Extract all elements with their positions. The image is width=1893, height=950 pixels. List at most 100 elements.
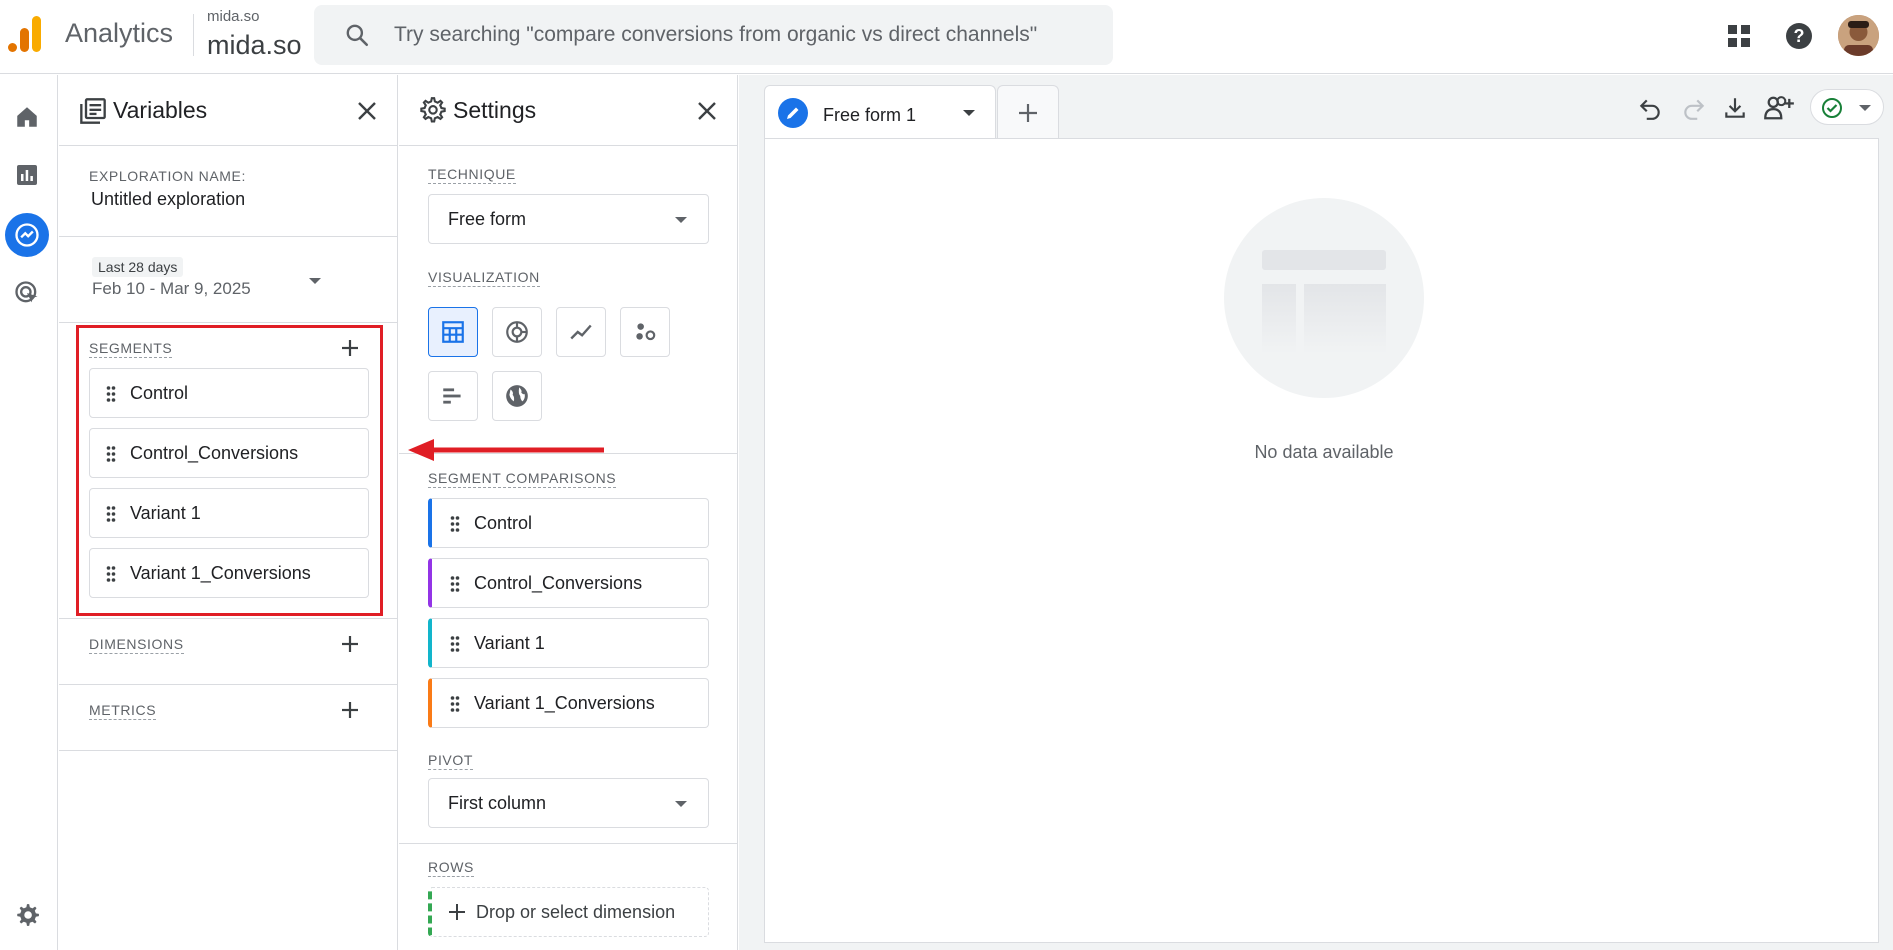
- bar-chart-icon: [443, 388, 461, 404]
- pivot-label: PIVOT: [428, 752, 474, 770]
- check-circle-icon: [1822, 98, 1842, 118]
- top-bar: Analytics mida.so mida.so ?: [0, 0, 1893, 74]
- segment-comparison-label: Variant 1_Conversions: [474, 693, 655, 713]
- settings-header: Settings: [399, 75, 737, 146]
- share-button[interactable]: [1763, 92, 1795, 124]
- date-range-dropdown[interactable]: [309, 278, 321, 284]
- annotation-arrow: [408, 439, 604, 461]
- chevron-down-icon: [1859, 105, 1871, 111]
- advertising-icon: [15, 281, 38, 303]
- segment-comparison-label: Control: [474, 513, 533, 533]
- variables-header: Variables: [59, 75, 397, 146]
- technique-select[interactable]: Free form: [428, 194, 709, 244]
- divider: [59, 236, 397, 237]
- nav-admin[interactable]: [5, 893, 49, 937]
- segment-comparison-item[interactable]: Variant 1: [428, 618, 709, 668]
- account-name[interactable]: mida.so: [207, 8, 260, 25]
- nav-advertising[interactable]: [5, 271, 49, 315]
- help-icon[interactable]: ?: [1781, 18, 1817, 54]
- close-icon: [358, 102, 376, 120]
- date-preset-chip: Last 28 days: [92, 257, 184, 277]
- donut-chart-icon: [506, 321, 528, 343]
- variables-title: Variables: [113, 97, 208, 123]
- exploration-name-label: EXPLORATION NAME:: [89, 168, 246, 184]
- nav-explore[interactable]: [5, 213, 49, 257]
- scatter-chart-icon: [636, 323, 656, 341]
- search-input[interactable]: [394, 5, 1094, 65]
- segment-comparison-item[interactable]: Control: [428, 498, 709, 548]
- download-icon: [1725, 98, 1745, 118]
- drag-handle-icon[interactable]: [450, 514, 460, 534]
- add-tab-button[interactable]: [997, 85, 1059, 139]
- technique-label: TECHNIQUE: [428, 166, 516, 184]
- analytics-logo[interactable]: [8, 14, 42, 54]
- plus-icon: [342, 636, 358, 652]
- close-variables-button[interactable]: [353, 97, 381, 125]
- nav-home[interactable]: [5, 95, 49, 139]
- viz-line-button[interactable]: [556, 307, 606, 357]
- add-metric-button[interactable]: [335, 695, 365, 725]
- divider: [59, 322, 397, 323]
- viz-scatter-button[interactable]: [620, 307, 670, 357]
- variables-icon: [80, 98, 106, 124]
- viz-donut-button[interactable]: [492, 307, 542, 357]
- viz-bar-button[interactable]: [428, 371, 478, 421]
- viz-geo-button[interactable]: [492, 371, 542, 421]
- dimensions-label: DIMENSIONS: [89, 636, 184, 654]
- segment-comparison-item[interactable]: Variant 1_Conversions: [428, 678, 709, 728]
- exploration-name[interactable]: Untitled exploration: [91, 189, 245, 210]
- redo-button[interactable]: [1678, 92, 1710, 124]
- divider: [59, 618, 397, 619]
- pivot-value: First column: [448, 793, 547, 813]
- svg-text:?: ?: [1794, 26, 1805, 46]
- rows-drop-slot[interactable]: Drop or select dimension: [428, 887, 709, 937]
- apps-icon[interactable]: [1721, 18, 1757, 54]
- drag-handle-icon[interactable]: [450, 634, 460, 654]
- date-range: Feb 10 - Mar 9, 2025: [92, 279, 251, 298]
- gear-icon: [420, 97, 446, 123]
- undo-button[interactable]: [1634, 92, 1666, 124]
- settings-title: Settings: [453, 97, 537, 123]
- reports-icon: [17, 165, 37, 185]
- save-status-dropdown[interactable]: [1810, 89, 1884, 125]
- drag-handle-icon[interactable]: [450, 574, 460, 594]
- nav-reports[interactable]: [5, 153, 49, 197]
- search-icon: [346, 24, 369, 47]
- table-icon: [442, 321, 464, 343]
- add-dimension-button[interactable]: [335, 629, 365, 659]
- divider: [59, 684, 397, 685]
- pivot-select[interactable]: First column: [428, 778, 709, 828]
- search-bar[interactable]: [314, 5, 1113, 65]
- empty-state-illustration: [1224, 198, 1424, 398]
- plus-icon: [449, 904, 465, 920]
- add-person-icon: [1764, 96, 1794, 120]
- edit-icon[interactable]: [778, 98, 808, 128]
- plus-icon: [342, 702, 358, 718]
- segments-highlight-box: [76, 325, 383, 616]
- segment-comparisons-label: SEGMENT COMPARISONS: [428, 470, 617, 488]
- viz-table-button[interactable]: [428, 307, 478, 357]
- segment-comparison-item[interactable]: Control_Conversions: [428, 558, 709, 608]
- close-settings-button[interactable]: [693, 97, 721, 125]
- gear-icon: [17, 904, 39, 926]
- property-name[interactable]: mida.so: [207, 30, 302, 61]
- drag-handle-icon[interactable]: [450, 694, 460, 714]
- rows-placeholder: Drop or select dimension: [476, 902, 676, 922]
- left-nav-rail: [0, 75, 58, 950]
- undo-icon: [1639, 99, 1660, 120]
- technique-value: Free form: [448, 209, 527, 229]
- tab-free-form-1[interactable]: Free form 1: [764, 85, 996, 139]
- download-button[interactable]: [1719, 92, 1751, 124]
- tab-menu-dropdown[interactable]: [963, 110, 975, 116]
- plus-icon: [1019, 103, 1037, 122]
- header-divider: [193, 14, 194, 56]
- settings-panel: Settings TECHNIQUE Free form VISUALIZATI…: [399, 75, 738, 950]
- divider: [399, 843, 737, 844]
- rows-label: ROWS: [428, 859, 474, 877]
- divider: [59, 750, 397, 751]
- segment-comparison-label: Control_Conversions: [474, 573, 643, 593]
- redo-icon: [1684, 99, 1705, 120]
- metrics-label: METRICS: [89, 702, 157, 720]
- empty-state-message: No data available: [1254, 442, 1394, 462]
- avatar[interactable]: [1838, 15, 1879, 56]
